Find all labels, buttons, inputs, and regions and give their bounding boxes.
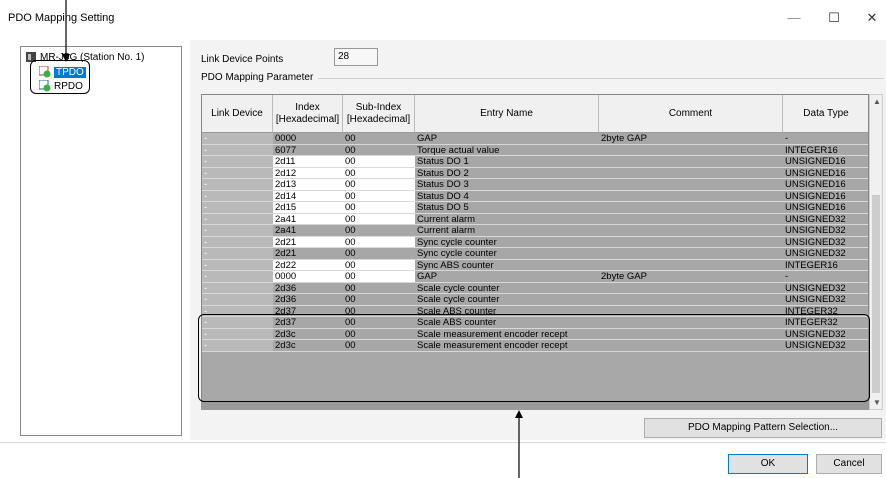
annotation-arrows	[62, 0, 523, 478]
